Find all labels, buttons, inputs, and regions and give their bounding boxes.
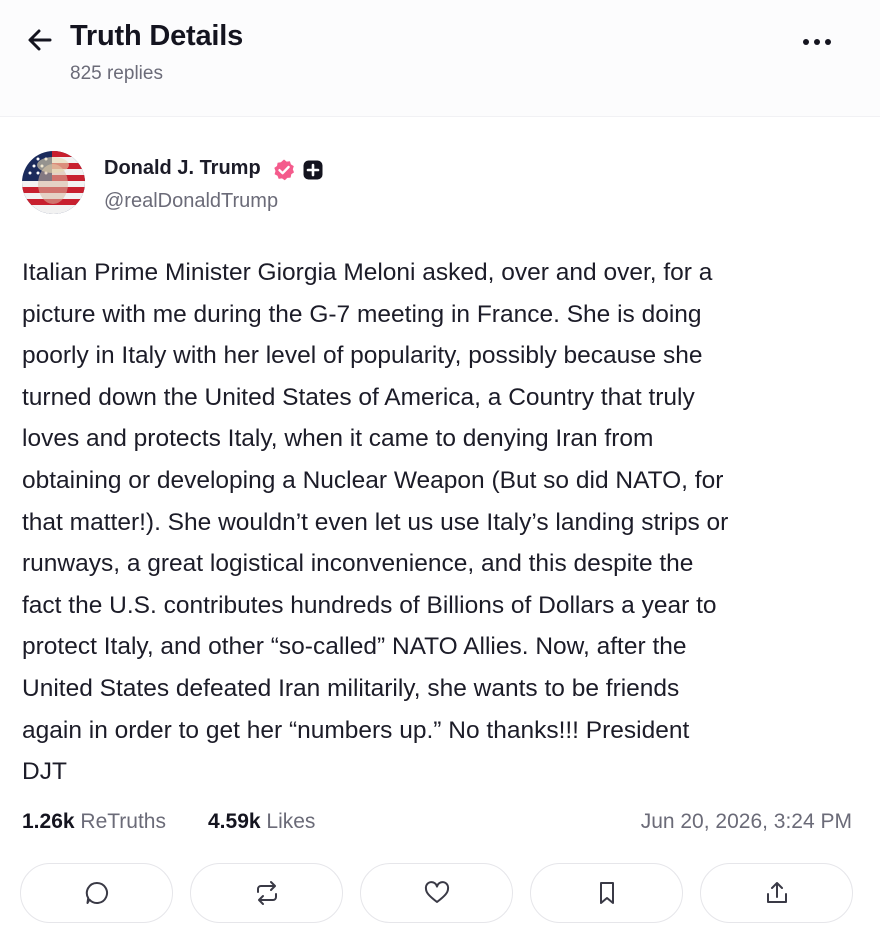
share-icon — [766, 882, 787, 903]
arrow-left-icon — [28, 29, 52, 51]
post-timestamp: Jun 20, 2026, 3:24 PM — [640, 810, 852, 833]
american-flag-portrait-icon — [22, 151, 85, 214]
bookmark-button[interactable] — [530, 863, 683, 923]
reply-button[interactable] — [20, 863, 173, 923]
plus-badge-icon — [303, 160, 323, 180]
author-name[interactable]: Donald J. Trump — [104, 157, 261, 180]
verified-badge-icon — [274, 159, 294, 181]
header-divider — [0, 116, 880, 117]
bookmark-icon — [599, 882, 614, 904]
retruths-label: ReTruths — [80, 810, 166, 833]
heart-icon — [424, 881, 449, 903]
back-button[interactable] — [22, 22, 58, 58]
retruths-count: 1.26k — [22, 810, 75, 833]
likes-stat[interactable]: 4.59k Likes — [208, 810, 315, 834]
page-header: Truth Details 825 replies — [0, 0, 880, 116]
retruth-icon — [256, 881, 277, 905]
share-button[interactable] — [700, 863, 853, 923]
more-horizontal-icon — [803, 39, 831, 45]
author-handle[interactable]: @realDonaldTrump — [104, 190, 278, 213]
page-title: Truth Details — [70, 20, 244, 52]
reply-icon — [85, 881, 108, 904]
likes-label: Likes — [266, 810, 316, 833]
like-button[interactable] — [360, 863, 513, 923]
retruths-stat[interactable]: 1.26k ReTruths — [22, 810, 166, 834]
likes-count: 4.59k — [208, 810, 261, 833]
more-options-button[interactable] — [796, 24, 838, 60]
reply-count: 825 replies — [70, 63, 163, 84]
post-text: Italian Prime Minister Giorgia Meloni as… — [22, 259, 729, 786]
avatar[interactable] — [22, 151, 85, 214]
action-bar — [20, 863, 856, 925]
post-stats: 1.26k ReTruths 4.59k Likes Jun 20, 2026,… — [22, 810, 852, 840]
retruth-button[interactable] — [190, 863, 343, 923]
